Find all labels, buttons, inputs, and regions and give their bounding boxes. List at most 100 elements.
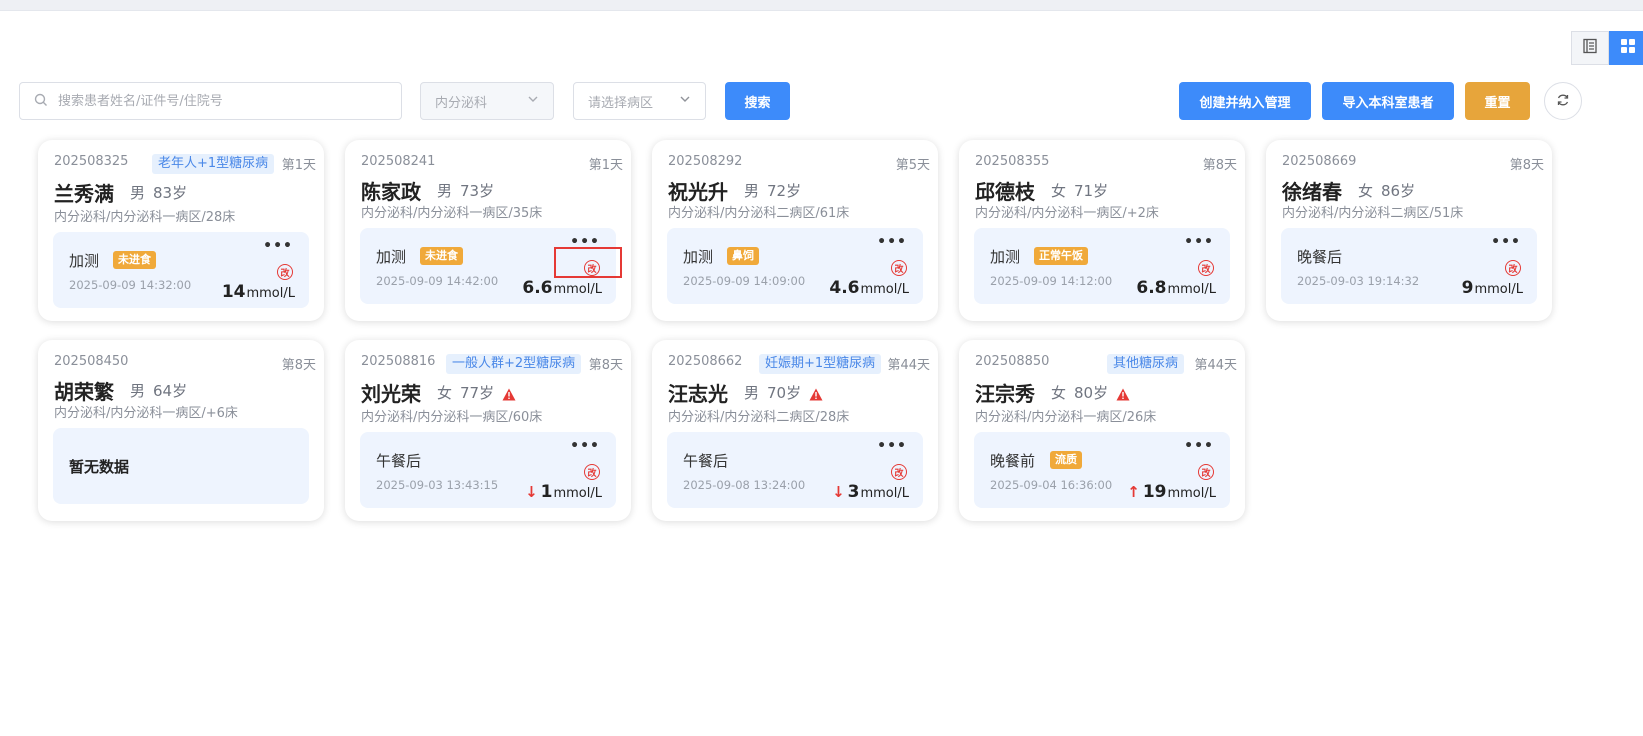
glucose-unit: mmol/L [246,286,295,301]
chevron-down-icon [527,93,539,109]
edit-icon[interactable]: 改 [277,264,293,280]
patient-card[interactable]: 202508662 妊娠期+1型糖尿病 第44天 汪志光 男 70岁 内分泌科/… [652,340,938,521]
arrow-down-icon: ↓ [832,483,845,501]
glucose-reading: 暂无数据 [53,428,309,504]
refresh-button[interactable] [1544,82,1582,120]
patient-id: 202508662 [668,354,743,369]
patient-card[interactable]: 202508669 第8天 徐绪春 女 86岁 内分泌科/内分泌科二病区/51床… [1266,140,1552,321]
patient-location: 内分泌科/内分泌科一病区/35床 [361,206,543,221]
patient-location: 内分泌科/内分泌科一病区/60床 [361,410,543,425]
create-and-manage-button[interactable]: 创建并纳入管理 [1179,82,1311,120]
more-icon[interactable]: ••• [1184,438,1214,454]
more-icon[interactable]: ••• [877,438,907,454]
glucose-value: 14 mmol/L [222,282,295,302]
more-icon[interactable]: ••• [1184,234,1214,250]
patient-gender: 男 [130,382,146,400]
day-count: 第8天 [1202,158,1237,173]
patient-id: 202508850 [975,354,1050,369]
edit-icon[interactable]: 改 [1198,464,1214,480]
glucose-reading: 加测 正常午饭 2025-09-09 14:12:00 ••• 改 6.8 mm… [974,228,1230,304]
patient-id: 202508816 [361,354,436,369]
arrow-down-icon: ↓ [525,483,538,501]
reading-time: 2025-09-09 14:09:00 [683,274,806,288]
glucose-number: 6.8 [1136,278,1167,298]
search-input[interactable] [56,92,390,110]
reading-time: 2025-09-09 14:32:00 [69,278,192,292]
glucose-reading: 晚餐后 2025-09-03 19:14:32 ••• 改 9 mmol/L [1281,228,1537,304]
more-icon[interactable]: ••• [877,234,907,250]
patient-card[interactable]: 202508241 第1天 陈家政 男 73岁 内分泌科/内分泌科一病区/35床… [345,140,631,321]
list-view-button[interactable] [1571,31,1609,65]
chevron-down-icon [679,93,691,109]
patient-age: 71岁 [1074,182,1109,200]
reading-time: 2025-09-04 16:36:00 [990,478,1113,492]
patient-gender: 男 [437,182,453,200]
more-icon[interactable]: ••• [1491,234,1521,250]
reading-label: 加测 [990,248,1021,266]
search-button[interactable]: 搜索 [725,82,790,120]
glucose-reading: 午餐后 2025-09-08 13:24:00 ••• 改 ↓ 3 mmol/L [667,432,923,508]
glucose-value: ↓ 1 mmol/L [525,482,602,502]
grid-icon [1620,38,1636,58]
patient-info: 徐绪春 女 86岁 [1282,176,1415,205]
glucose-unit: mmol/L [1167,282,1216,297]
patient-info: 刘光荣 女 77岁 [361,378,516,407]
ward-select[interactable]: 请选择病区 [573,82,706,120]
reading-time: 2025-09-08 13:24:00 [683,478,806,492]
patient-card[interactable]: 202508450 第8天 胡荣繁 男 64岁 内分泌科/内分泌科一病区/+6床… [38,340,324,521]
patient-id: 202508292 [668,154,743,169]
more-icon[interactable]: ••• [263,238,293,254]
diagnosis-tag: 妊娠期+1型糖尿病 [759,354,882,374]
patient-info: 汪志光 男 70岁 [668,378,823,407]
patient-id: 202508325 [54,154,129,169]
patient-card[interactable]: 202508850 其他糖尿病 第44天 汪宗秀 女 80岁 内分泌科/内分泌科… [959,340,1245,521]
edit-icon[interactable]: 改 [1505,260,1521,276]
day-count: 第5天 [895,158,930,173]
patient-location: 内分泌科/内分泌科一病区/28床 [54,210,236,225]
patient-card[interactable]: 202508292 第5天 祝光升 男 72岁 内分泌科/内分泌科二病区/61床… [652,140,938,321]
glucose-reading: 加测 未进食 2025-09-09 14:32:00 ••• 改 14 mmol… [53,232,309,308]
glucose-value: ↑ 19 mmol/L [1127,482,1216,502]
edit-icon[interactable]: 改 [891,464,907,480]
no-data-text: 暂无数据 [69,458,130,476]
status-badge: 未进食 [113,251,156,269]
glucose-number: 6.6 [522,278,553,298]
reading-label: 晚餐后 [1297,248,1343,266]
status-badge: 鼻饲 [727,247,759,265]
patient-name: 徐绪春 [1282,180,1342,204]
patient-card[interactable]: 202508325 老年人+1型糖尿病 第1天 兰秀满 男 83岁 内分泌科/内… [38,140,324,321]
patient-card[interactable]: 202508816 一般人群+2型糖尿病 第8天 刘光荣 女 77岁 内分泌科/… [345,340,631,521]
reading-time: 2025-09-09 14:42:00 [376,274,499,288]
patient-name: 刘光荣 [361,382,421,406]
top-bar [0,0,1643,11]
day-count: 第1天 [281,158,316,173]
reading-label: 加测 [376,248,407,266]
patient-gender: 女 [1358,182,1374,200]
day-count: 第44天 [1194,358,1237,373]
day-count: 第1天 [588,158,623,173]
import-patients-button[interactable]: 导入本科室患者 [1322,82,1454,120]
ward-select-placeholder: 请选择病区 [588,95,654,111]
grid-view-button[interactable] [1609,31,1643,65]
search-box[interactable] [19,82,402,120]
patient-age: 86岁 [1381,182,1416,200]
patient-location: 内分泌科/内分泌科二病区/28床 [668,410,850,425]
patient-location: 内分泌科/内分泌科二病区/51床 [1282,206,1464,221]
search-icon [34,92,48,111]
glucose-unit: mmol/L [860,282,909,297]
patient-age: 64岁 [153,382,188,400]
edit-icon[interactable]: 改 [584,464,600,480]
patient-name: 邱德枝 [975,180,1035,204]
refresh-icon [1556,92,1570,111]
patient-card[interactable]: 202508355 第8天 邱德枝 女 71岁 内分泌科/内分泌科一病区/+2床… [959,140,1245,321]
day-count: 第44天 [887,358,930,373]
edit-icon[interactable]: 改 [891,260,907,276]
reset-button[interactable]: 重置 [1465,82,1530,120]
status-badge: 正常午饭 [1034,247,1088,265]
day-count: 第8天 [281,358,316,373]
more-icon[interactable]: ••• [570,438,600,454]
edit-icon[interactable]: 改 [1198,260,1214,276]
patient-info: 祝光升 男 72岁 [668,176,801,205]
patient-gender: 男 [130,184,146,202]
department-select[interactable]: 内分泌科 [420,82,554,120]
